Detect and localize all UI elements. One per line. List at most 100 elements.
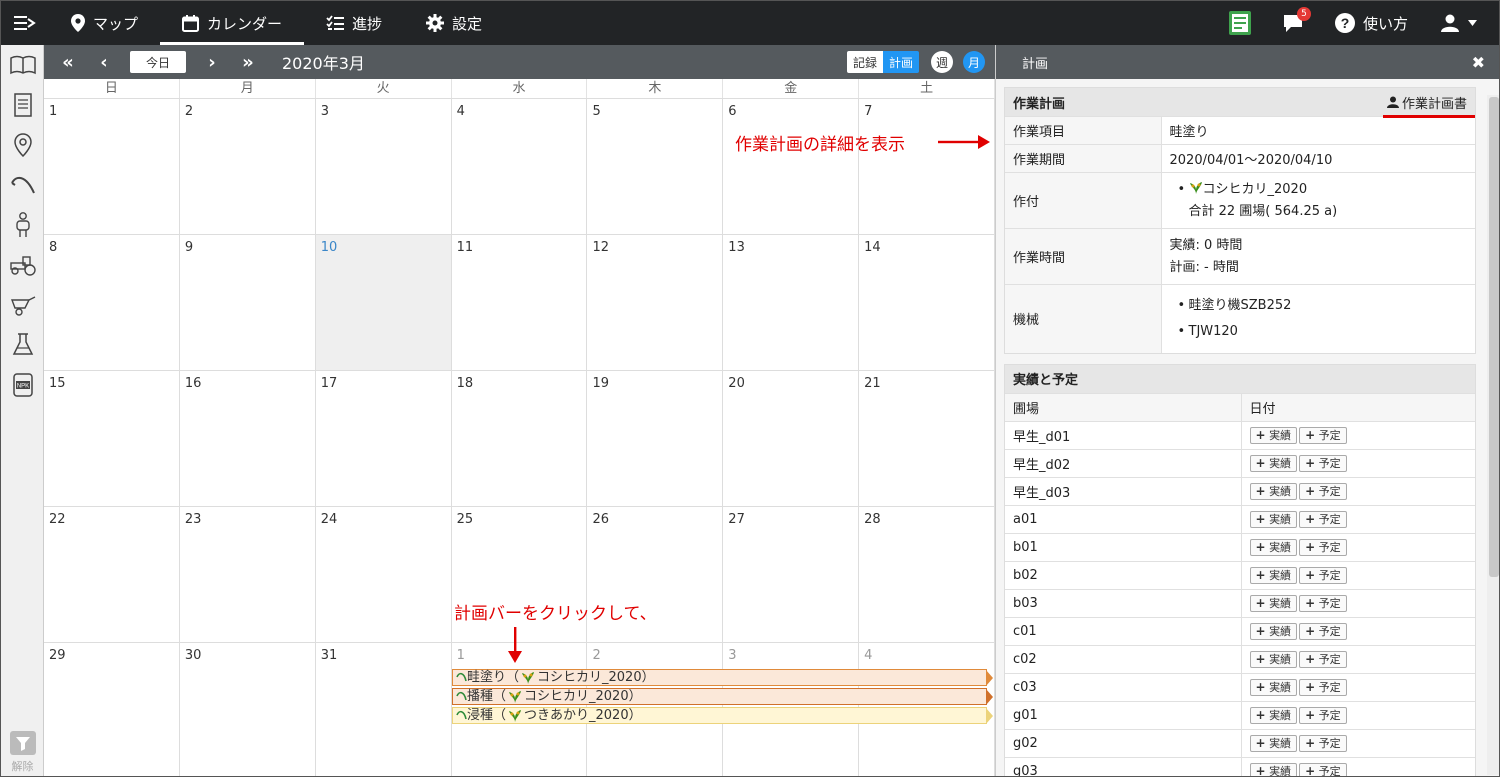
table-row: g03 + 実績 + 予定: [1005, 756, 1475, 776]
scrollbar-thumb[interactable]: [1489, 97, 1499, 577]
calendar-day[interactable]: 6: [723, 99, 860, 234]
work-plan-doc-link[interactable]: 作業計画書: [1386, 93, 1467, 112]
calendar-day[interactable]: 24: [316, 507, 452, 642]
week-view-button[interactable]: 週: [931, 51, 953, 73]
calendar-day[interactable]: 5: [587, 99, 724, 234]
calendar-day[interactable]: 29: [44, 643, 180, 776]
filter-clear-button[interactable]: 解除: [1, 731, 44, 774]
add-plan-button[interactable]: + 予定: [1299, 482, 1347, 500]
calendar-day[interactable]: 17: [316, 371, 452, 506]
user-menu-button[interactable]: [1424, 1, 1499, 45]
calendar-day[interactable]: 20: [723, 371, 860, 506]
today-button[interactable]: 今日: [130, 51, 186, 73]
calendar-day[interactable]: 18: [452, 371, 588, 506]
add-plan-label: 予定: [1318, 680, 1341, 694]
plan-bar-hashu[interactable]: 播種（ コシヒカリ_2020）: [452, 688, 993, 705]
calendar-day[interactable]: 28: [859, 507, 996, 642]
calendar-day[interactable]: 15: [44, 371, 180, 506]
add-actual-button[interactable]: + 実績: [1249, 678, 1298, 696]
worker-icon[interactable]: [1, 205, 44, 245]
add-plan-button[interactable]: + 予定: [1299, 622, 1347, 640]
add-actual-button[interactable]: + 実績: [1249, 538, 1298, 556]
next-month-button[interactable]: ›: [194, 45, 230, 79]
npk-fertilizer-icon[interactable]: NPK: [1, 365, 44, 405]
calendar-day[interactable]: 30: [180, 643, 316, 776]
add-plan-button[interactable]: + 予定: [1299, 678, 1347, 696]
sickle-icon[interactable]: [1, 165, 44, 205]
field-sheet-button[interactable]: [1213, 1, 1267, 45]
flask-icon[interactable]: [1, 325, 44, 365]
day-number: 7: [864, 104, 873, 119]
nav-calendar[interactable]: カレンダー: [160, 1, 305, 45]
calendar-day[interactable]: 21: [859, 371, 996, 506]
add-plan-button[interactable]: + 予定: [1299, 510, 1347, 528]
calendar-day[interactable]: 16: [180, 371, 316, 506]
record-plan-toggle: 記録 計画: [846, 51, 919, 73]
calendar-day[interactable]: 7: [859, 99, 996, 234]
help-button[interactable]: ? 使い方: [1319, 1, 1424, 45]
plan-tab[interactable]: 計画: [882, 51, 919, 73]
calendar-day[interactable]: 11: [452, 235, 588, 370]
calendar-day[interactable]: 4: [452, 99, 588, 234]
add-plan-button[interactable]: + 予定: [1299, 762, 1347, 776]
calendar-day[interactable]: 22: [44, 507, 180, 642]
calendar-day[interactable]: 19: [587, 371, 724, 506]
add-plan-button[interactable]: + 予定: [1299, 538, 1347, 556]
nav-progress[interactable]: 進捗: [304, 1, 404, 45]
prev-month-button[interactable]: ‹: [86, 45, 122, 79]
nav-settings[interactable]: 設定: [404, 1, 504, 45]
caret-down-icon: [1468, 20, 1477, 26]
calendar-day[interactable]: 9: [180, 235, 316, 370]
field-name: 早生_d01: [1005, 420, 1242, 449]
add-actual-button[interactable]: + 実績: [1249, 510, 1298, 528]
add-plan-button[interactable]: + 予定: [1299, 734, 1347, 752]
wheelbarrow-icon[interactable]: [1, 285, 44, 325]
calendar-day[interactable]: 8: [44, 235, 180, 370]
next-year-button[interactable]: »: [230, 45, 266, 79]
record-tab[interactable]: 記録: [846, 51, 883, 73]
notifications-button[interactable]: 5: [1267, 1, 1319, 45]
plan-bar-shinshu[interactable]: 浸種（ つきあかり_2020）: [452, 707, 993, 724]
add-plan-button[interactable]: + 予定: [1299, 426, 1347, 444]
calendar-day[interactable]: 27: [723, 507, 860, 642]
close-icon[interactable]: ✖: [1472, 53, 1485, 72]
add-actual-button[interactable]: + 実績: [1249, 454, 1298, 472]
plus-icon: +: [1305, 427, 1316, 442]
calendar-day[interactable]: 14: [859, 235, 996, 370]
add-actual-button[interactable]: + 実績: [1249, 762, 1298, 776]
calendar-day[interactable]: 23: [180, 507, 316, 642]
add-actual-button[interactable]: + 実績: [1249, 566, 1298, 584]
add-plan-button[interactable]: + 予定: [1299, 454, 1347, 472]
month-view-button[interactable]: 月: [963, 51, 985, 73]
panel-scrollbar[interactable]: [1487, 95, 1499, 775]
add-plan-button[interactable]: + 予定: [1299, 594, 1347, 612]
add-actual-button[interactable]: + 実績: [1249, 594, 1298, 612]
calendar-day[interactable]: 31: [316, 643, 452, 776]
table-row: 早生_d03 + 実績 + 予定: [1005, 476, 1475, 505]
book-icon[interactable]: [1, 45, 44, 85]
calendar-day[interactable]: 12: [587, 235, 724, 370]
add-actual-button[interactable]: + 実績: [1249, 482, 1298, 500]
plan-bar-azenuri[interactable]: 畦塗り（ コシヒカリ_2020）: [452, 669, 993, 686]
add-actual-button[interactable]: + 実績: [1249, 622, 1298, 640]
calendar-day[interactable]: 2: [180, 99, 316, 234]
calendar-day-today[interactable]: 10: [315, 235, 452, 370]
add-plan-button[interactable]: + 予定: [1299, 650, 1347, 668]
add-plan-button[interactable]: + 予定: [1299, 566, 1347, 584]
calendar-day[interactable]: 1: [44, 99, 180, 234]
day-number: 19: [592, 376, 609, 391]
tractor-icon[interactable]: [1, 245, 44, 285]
location-icon[interactable]: [1, 125, 44, 165]
add-actual-button[interactable]: + 実績: [1249, 734, 1298, 752]
add-actual-button[interactable]: + 実績: [1249, 650, 1298, 668]
nav-map[interactable]: マップ: [49, 1, 160, 45]
prev-year-button[interactable]: «: [50, 45, 86, 79]
add-plan-button[interactable]: + 予定: [1299, 706, 1347, 724]
document-icon[interactable]: [1, 85, 44, 125]
calendar-day[interactable]: 3: [316, 99, 452, 234]
add-actual-button[interactable]: + 実績: [1249, 706, 1298, 724]
add-actual-button[interactable]: + 実績: [1249, 426, 1298, 444]
menu-toggle-icon[interactable]: [1, 1, 49, 45]
calendar-day[interactable]: 13: [723, 235, 860, 370]
field-actions: + 実績 + 予定: [1241, 672, 1475, 701]
